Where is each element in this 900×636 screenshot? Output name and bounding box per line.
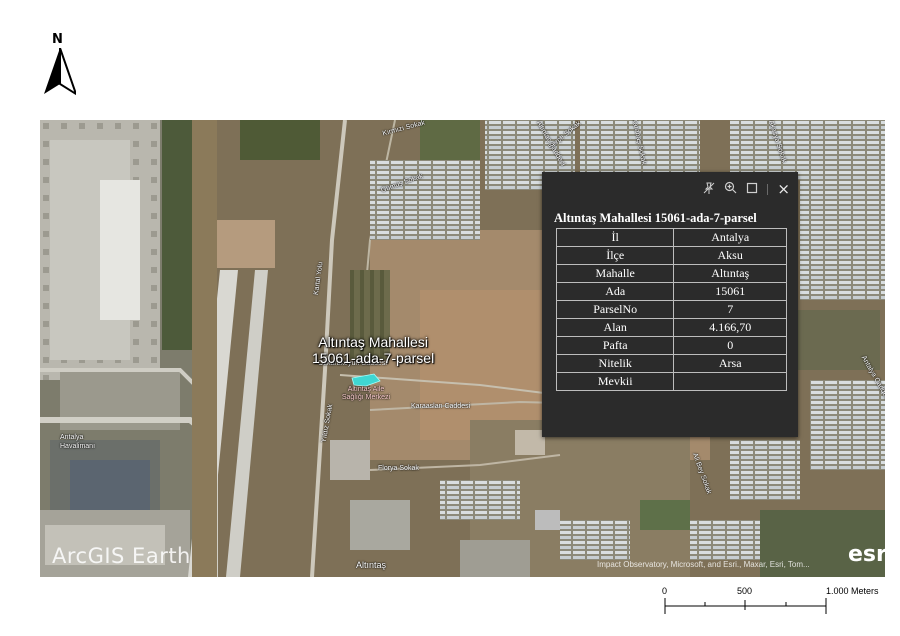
popup-toolbar: ×	[703, 181, 790, 197]
street-label: Florya Sokak	[378, 465, 419, 472]
scale-label-500: 500	[737, 586, 753, 596]
scale-label-1000: 1.000 Meters	[826, 586, 879, 596]
pin-icon[interactable]	[703, 182, 715, 197]
attribute-field: Nitelik	[555, 354, 675, 373]
parcel-label-line1: Altıntaş Mahallesi	[318, 334, 428, 350]
attribute-field: İl	[555, 228, 675, 247]
street-label: Karaaslan Caddesi	[411, 403, 471, 410]
parcel-label[interactable]: Altıntaş Mahallesi 15061-ada-7-parsel	[312, 334, 434, 366]
parcel-label-line2: 15061-ada-7-parsel	[312, 350, 435, 366]
attribute-field: Mevkii	[555, 372, 675, 391]
attribute-row: Alan 4.166,70	[555, 318, 787, 337]
attribute-row: İlçe Aksu	[555, 246, 787, 265]
attribute-field: ParselNo	[555, 300, 675, 319]
attribute-row: ParselNo 7	[555, 300, 787, 319]
attribute-value: Arsa	[673, 354, 787, 373]
scale-bar: 0 500 1.000 Meters	[660, 585, 900, 615]
toolbar-divider	[767, 183, 769, 195]
close-icon[interactable]: ×	[777, 182, 790, 197]
map-attribution[interactable]: Impact Observatory, Microsoft, and Esri.…	[597, 560, 810, 569]
attribute-value: 15061	[673, 282, 787, 301]
attribute-field: İlçe	[555, 246, 675, 265]
north-arrow: N	[40, 32, 80, 96]
attribute-field: Mahalle	[555, 264, 675, 283]
scale-label-0: 0	[662, 586, 668, 596]
attribute-row: Mevkii	[555, 372, 787, 391]
arcgis-earth-watermark: ArcGIS Earth	[52, 544, 191, 568]
attribute-row: Mahalle Altıntaş	[555, 264, 787, 283]
attribute-value: Altıntaş	[673, 264, 787, 283]
poi-label: Altıntaş Aile Sağlığı Merkezi	[341, 386, 391, 401]
attribute-row: Nitelik Arsa	[555, 354, 787, 373]
attribute-value: 7	[673, 300, 787, 319]
attribute-field: Alan	[555, 318, 675, 337]
map-view[interactable]: Karaaslan Caddesi Özkarakoyun Caddesi Al…	[40, 120, 885, 577]
zoom-to-icon[interactable]	[724, 181, 737, 197]
identify-popup: × Altıntaş Mahallesi 15061-ada-7-parsel …	[542, 172, 798, 437]
attribute-value: Antalya	[673, 228, 787, 247]
popup-title: Altıntaş Mahallesi 15061-ada-7-parsel	[554, 211, 757, 225]
place-label: Altıntaş	[356, 560, 387, 570]
attribute-value	[673, 372, 787, 391]
attribute-value: 4.166,70	[673, 318, 787, 337]
attribute-row: İl Antalya	[555, 228, 787, 247]
maximize-icon[interactable]	[746, 182, 758, 197]
attribute-row: Ada 15061	[555, 282, 787, 301]
attribute-field: Ada	[555, 282, 675, 301]
attribute-value: 0	[673, 336, 787, 355]
attribute-value: Aksu	[673, 246, 787, 265]
north-arrow-icon	[44, 48, 76, 96]
attribute-field: Pafta	[555, 336, 675, 355]
attribute-row: Pafta 0	[555, 336, 787, 355]
place-label: Antalya Havalimanı	[60, 434, 96, 450]
esri-logo: esri	[848, 542, 885, 567]
north-letter: N	[52, 32, 63, 47]
attribute-table: İl Antalya İlçe Aksu Mahalle Altıntaş Ada 15061…	[555, 228, 787, 391]
